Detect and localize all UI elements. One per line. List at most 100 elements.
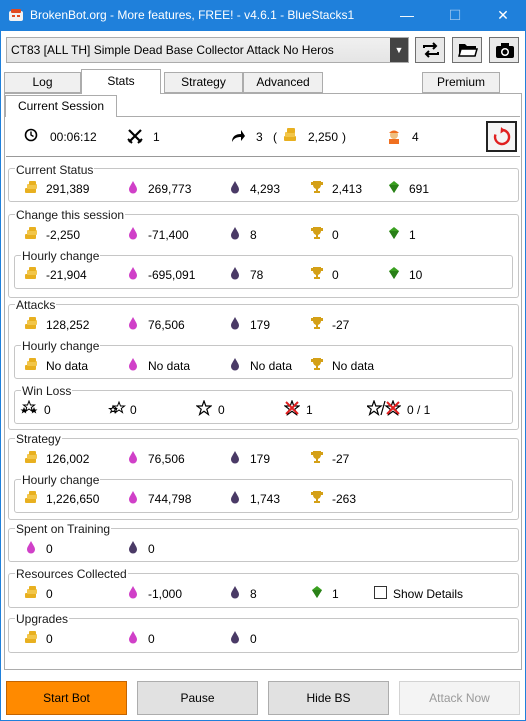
training-elixir: 0 bbox=[46, 542, 53, 556]
upgrades-gold: 0 bbox=[46, 632, 53, 646]
tab-current-session[interactable]: Current Session bbox=[5, 95, 117, 117]
hourly-elixir: -695,091 bbox=[148, 268, 196, 282]
two-star-count: 0 bbox=[130, 403, 137, 417]
strategy-hourly-label: Hourly change bbox=[21, 473, 101, 487]
strategy-label: Strategy bbox=[15, 432, 62, 446]
attacks-dark: 179 bbox=[250, 318, 271, 332]
trophy-icon bbox=[311, 317, 323, 329]
gold-coins-icon bbox=[25, 317, 37, 329]
upgrades-group bbox=[8, 618, 519, 653]
session-gem: 1 bbox=[409, 228, 416, 242]
elixir-drop-icon bbox=[129, 317, 137, 330]
dark-elixir-drop-icon bbox=[231, 267, 239, 280]
elixir-drop-icon bbox=[129, 358, 137, 371]
tab-advanced[interactable]: Advanced bbox=[243, 72, 323, 93]
two-star-icon bbox=[108, 400, 126, 414]
one-star-count: 0 bbox=[218, 403, 225, 417]
status-dark: 4,293 bbox=[250, 182, 281, 196]
refresh-profile-button[interactable] bbox=[415, 37, 445, 63]
upgrades-label: Upgrades bbox=[15, 612, 70, 626]
session-hourly-label: Hourly change bbox=[21, 249, 101, 263]
dark-elixir-drop-icon bbox=[231, 491, 239, 504]
camera-icon bbox=[496, 43, 514, 58]
strategy-hourly-trophy: -263 bbox=[332, 492, 357, 506]
attacks-elixir: 76,506 bbox=[148, 318, 185, 332]
summary-separator bbox=[6, 156, 520, 158]
elixir-drop-icon bbox=[129, 586, 137, 599]
chevron-down-icon[interactable]: ▼ bbox=[390, 38, 408, 62]
gold-coins-icon bbox=[25, 227, 37, 239]
attacks-hourly-label: Hourly change bbox=[21, 339, 101, 353]
elixir-drop-icon bbox=[129, 451, 137, 464]
session-gold: -2,250 bbox=[46, 228, 81, 242]
attacks-trophy: -27 bbox=[332, 318, 350, 332]
zero-star-count: 1 bbox=[306, 403, 313, 417]
status-gold: 291,389 bbox=[46, 182, 90, 196]
trophy-icon bbox=[311, 227, 323, 239]
strategy-gold: 126,002 bbox=[46, 452, 90, 466]
close-button[interactable]: ✕ bbox=[480, 0, 526, 31]
attacks-hourly-trophy: No data bbox=[332, 359, 375, 373]
attacks-gold: 128,252 bbox=[46, 318, 90, 332]
hourly-gem: 10 bbox=[409, 268, 423, 282]
collected-elixir: -1,000 bbox=[148, 587, 183, 601]
reset-stats-button[interactable] bbox=[486, 121, 517, 152]
reset-icon bbox=[493, 127, 511, 146]
dark-elixir-drop-icon bbox=[231, 317, 239, 330]
three-star-icon bbox=[20, 400, 38, 414]
gem-icon bbox=[389, 267, 399, 279]
attacks-hourly-dark: No data bbox=[250, 359, 293, 373]
trophy-icon bbox=[311, 491, 323, 503]
crossed-swords-icon bbox=[127, 129, 143, 144]
open-folder-button[interactable] bbox=[452, 37, 482, 63]
maximize-button[interactable]: ☐ bbox=[432, 0, 478, 31]
dark-elixir-drop-icon bbox=[231, 181, 239, 194]
dark-elixir-drop-icon bbox=[231, 586, 239, 599]
upgrades-dark: 0 bbox=[250, 632, 257, 646]
swap-arrows-icon bbox=[423, 42, 439, 58]
session-dark: 8 bbox=[250, 228, 257, 242]
screenshot-button[interactable] bbox=[489, 37, 519, 63]
tab-stats[interactable]: Stats bbox=[81, 69, 161, 94]
tab-premium[interactable]: Premium bbox=[422, 72, 500, 93]
attacks-hourly-elixir: No data bbox=[148, 359, 191, 373]
gem-icon bbox=[312, 586, 322, 598]
show-details-label[interactable]: Show Details bbox=[393, 587, 463, 601]
start-bot-button[interactable]: Start Bot bbox=[6, 681, 127, 715]
attack-now-button[interactable]: Attack Now bbox=[399, 681, 520, 715]
elixir-drop-icon bbox=[129, 631, 137, 644]
attacks-hourly-gold: No data bbox=[46, 359, 89, 373]
win-loss-group bbox=[14, 390, 513, 424]
dark-elixir-drop-icon bbox=[231, 631, 239, 644]
minimize-button[interactable]: — bbox=[384, 0, 430, 31]
skip-cost: 2,250 bbox=[308, 130, 339, 144]
strategy-elixir: 76,506 bbox=[148, 452, 185, 466]
skip-arrow-icon bbox=[232, 130, 245, 142]
gold-coins-icon bbox=[25, 181, 37, 193]
profile-dropdown[interactable]: CT83 [ALL TH] Simple Dead Base Collector… bbox=[6, 37, 409, 63]
tab-strategy[interactable]: Strategy bbox=[164, 72, 243, 93]
hide-bs-button[interactable]: Hide BS bbox=[268, 681, 389, 715]
win-loss-label: Win Loss bbox=[21, 384, 73, 398]
elixir-drop-icon bbox=[27, 541, 35, 554]
zero-star-icon bbox=[284, 400, 300, 416]
collected-dark: 8 bbox=[250, 587, 257, 601]
pause-button[interactable]: Pause bbox=[137, 681, 258, 715]
gem-icon bbox=[389, 227, 399, 239]
gold-coins-icon bbox=[25, 491, 37, 503]
change-session-label: Change this session bbox=[15, 208, 126, 222]
trophy-icon bbox=[311, 451, 323, 463]
show-details-checkbox[interactable] bbox=[374, 586, 387, 599]
tab-log[interactable]: Log bbox=[4, 72, 81, 93]
session-time: 00:06:12 bbox=[50, 130, 97, 144]
gem-icon bbox=[389, 181, 399, 193]
window-title: BrokenBot.org - More features, FREE! - v… bbox=[30, 8, 355, 22]
elixir-drop-icon bbox=[129, 267, 137, 280]
elixir-drop-icon bbox=[129, 181, 137, 194]
folder-icon bbox=[458, 44, 478, 57]
gold-coins-icon bbox=[25, 586, 37, 598]
lab-count: 4 bbox=[412, 130, 419, 144]
strategy-hourly-dark: 1,743 bbox=[250, 492, 281, 506]
clock-icon bbox=[24, 128, 38, 142]
collected-label: Resources Collected bbox=[15, 567, 128, 581]
